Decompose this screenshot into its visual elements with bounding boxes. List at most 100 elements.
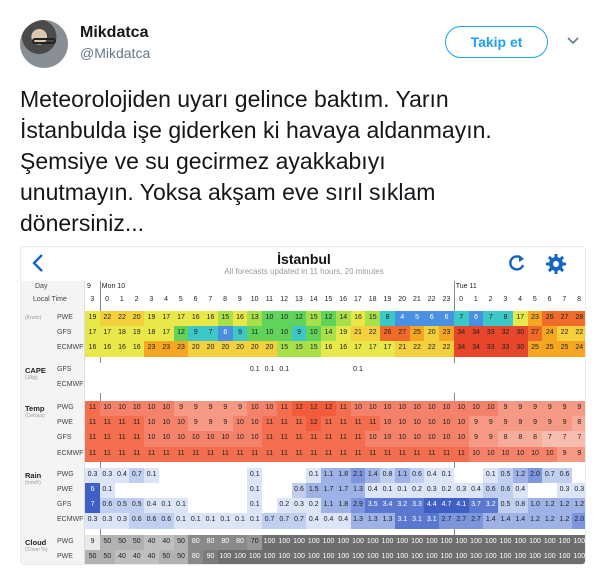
forecast-cell: 0.6 — [483, 483, 499, 499]
forecast-cell: 11 — [247, 326, 263, 342]
forecast-cell — [439, 362, 455, 378]
hour-cell: 19 — [383, 296, 392, 303]
forecast-cell — [158, 362, 174, 378]
gear-icon[interactable] — [545, 253, 567, 275]
forecast-cell: 40 — [129, 549, 145, 564]
forecast-cell — [394, 377, 410, 393]
forecast-cell — [409, 362, 425, 378]
forecast-cell: 100 — [306, 549, 322, 564]
group-label: Cloud — [25, 537, 47, 547]
forecast-cell: 16 — [335, 341, 351, 357]
forecast-cell: 0.1 — [394, 483, 410, 499]
forecast-cell: 0.4 — [365, 483, 381, 499]
forecast-cell: 10 — [394, 401, 410, 417]
forecast-cell: 9 — [217, 401, 233, 417]
forecast-cell: 100 — [350, 534, 366, 550]
forecast-cell: 0.5 — [129, 498, 145, 514]
model-label: ECMWF — [57, 380, 84, 388]
forecast-cell: 9 — [498, 416, 514, 432]
forecast-cell: 3.5 — [365, 498, 381, 514]
forecast-cell: 3.4 — [380, 498, 396, 514]
chevron-down-icon[interactable] — [565, 32, 581, 48]
forecast-cell — [571, 377, 585, 393]
forecast-cell: 11 — [291, 431, 307, 447]
forecast-cell: 11 — [247, 446, 263, 462]
forecast-cell: 1.4 — [512, 513, 528, 529]
forecast-cell: 11 — [335, 431, 351, 447]
forecast-cell: 0.1 — [99, 483, 115, 499]
forecast-cell: 10 — [424, 431, 440, 447]
forecast-cell: 10 — [483, 446, 499, 462]
forecast-cell: 2.0 — [571, 513, 585, 529]
forecast-cell: 5 — [409, 311, 425, 327]
forecast-cell: 0.2 — [276, 498, 292, 514]
forecast-cell: 10 — [217, 431, 233, 447]
forecast-cell: 9 — [203, 416, 219, 432]
forecast-cell: 10 — [144, 416, 160, 432]
forecast-cell: 0.3 — [85, 467, 101, 483]
forecast-cell: 100 — [247, 549, 263, 564]
forecast-cell — [85, 377, 101, 393]
forecast-cell — [453, 467, 469, 483]
forecast-cell: 0.1 — [483, 467, 499, 483]
model-label: GFS — [57, 501, 72, 509]
forecast-cell — [291, 467, 307, 483]
forecast-cell: 0.7 — [262, 513, 278, 529]
forecast-cell: 10 — [453, 416, 469, 432]
hour-cell: 4 — [518, 296, 523, 303]
forecast-cell — [291, 362, 307, 378]
forecast-cell: 1.8 — [335, 498, 351, 514]
refresh-icon[interactable] — [507, 253, 527, 273]
forecast-cell: 100 — [291, 549, 307, 564]
forecast-cell: 100 — [453, 534, 469, 550]
forecast-cell: 1.2 — [557, 513, 573, 529]
forecast-cell: 0.6 — [158, 513, 174, 529]
forecast-cell: 100 — [365, 549, 381, 564]
forecast-cell: 24 — [571, 341, 585, 357]
forecast-image[interactable]: İstanbul All forecasts updated in 11 hou… — [20, 246, 586, 565]
forecast-cell — [453, 362, 469, 378]
forecast-cell: 17 — [365, 341, 381, 357]
forecast-cell: 11 — [114, 446, 130, 462]
forecast-subtitle: All forecasts updated in 11 hours, 20 mi… — [224, 267, 384, 276]
forecast-cell: 100 — [262, 534, 278, 550]
forecast-cell: 0.6 — [144, 513, 160, 529]
forecast-cell: 10 — [276, 326, 292, 342]
user-name[interactable]: Mikdatca — [80, 24, 148, 42]
forecast-cell — [321, 362, 337, 378]
forecast-cell: 9 — [557, 401, 573, 417]
forecast-cell — [262, 377, 278, 393]
follow-button[interactable]: Takip et — [445, 26, 548, 58]
forecast-cell — [188, 498, 204, 514]
forecast-cell: 22 — [114, 311, 130, 327]
forecast-cell: 0.1 — [247, 513, 263, 529]
forecast-cell: 9 — [557, 446, 573, 462]
forecast-cell: 50 — [129, 534, 145, 550]
forecast-cell: 25 — [557, 341, 573, 357]
forecast-cell: 2.7 — [468, 513, 484, 529]
forecast-cell — [557, 362, 573, 378]
forecast-cell: 100 — [527, 549, 543, 564]
user-handle[interactable]: @Mikdatca — [80, 45, 150, 61]
tweet-line: Meteorolojiden uyarı gelince baktım. Yar… — [20, 86, 449, 112]
forecast-cell: 19 — [335, 326, 351, 342]
forecast-cell: 11 — [365, 416, 381, 432]
forecast-cell: 100 — [276, 549, 292, 564]
avatar[interactable] — [20, 20, 68, 68]
forecast-cell: 0.6 — [498, 483, 514, 499]
forecast-cell: 100 — [571, 549, 585, 564]
forecast-cell: 16 — [85, 341, 101, 357]
forecast-cell: 50 — [99, 549, 115, 564]
forecast-cell: 10 — [380, 401, 396, 417]
forecast-cell — [468, 377, 484, 393]
forecast-cell: 21 — [394, 341, 410, 357]
forecast-cell: 7 — [203, 326, 219, 342]
hour-cell: 1 — [119, 296, 124, 303]
forecast-cell — [144, 483, 160, 499]
forecast-cell: 0.6 — [99, 498, 115, 514]
forecast-cell: 9 — [468, 416, 484, 432]
forecast-cell — [99, 377, 115, 393]
forecast-cell: 12 — [306, 401, 322, 417]
forecast-cell: 10 — [453, 431, 469, 447]
forecast-cell: 17 — [158, 311, 174, 327]
